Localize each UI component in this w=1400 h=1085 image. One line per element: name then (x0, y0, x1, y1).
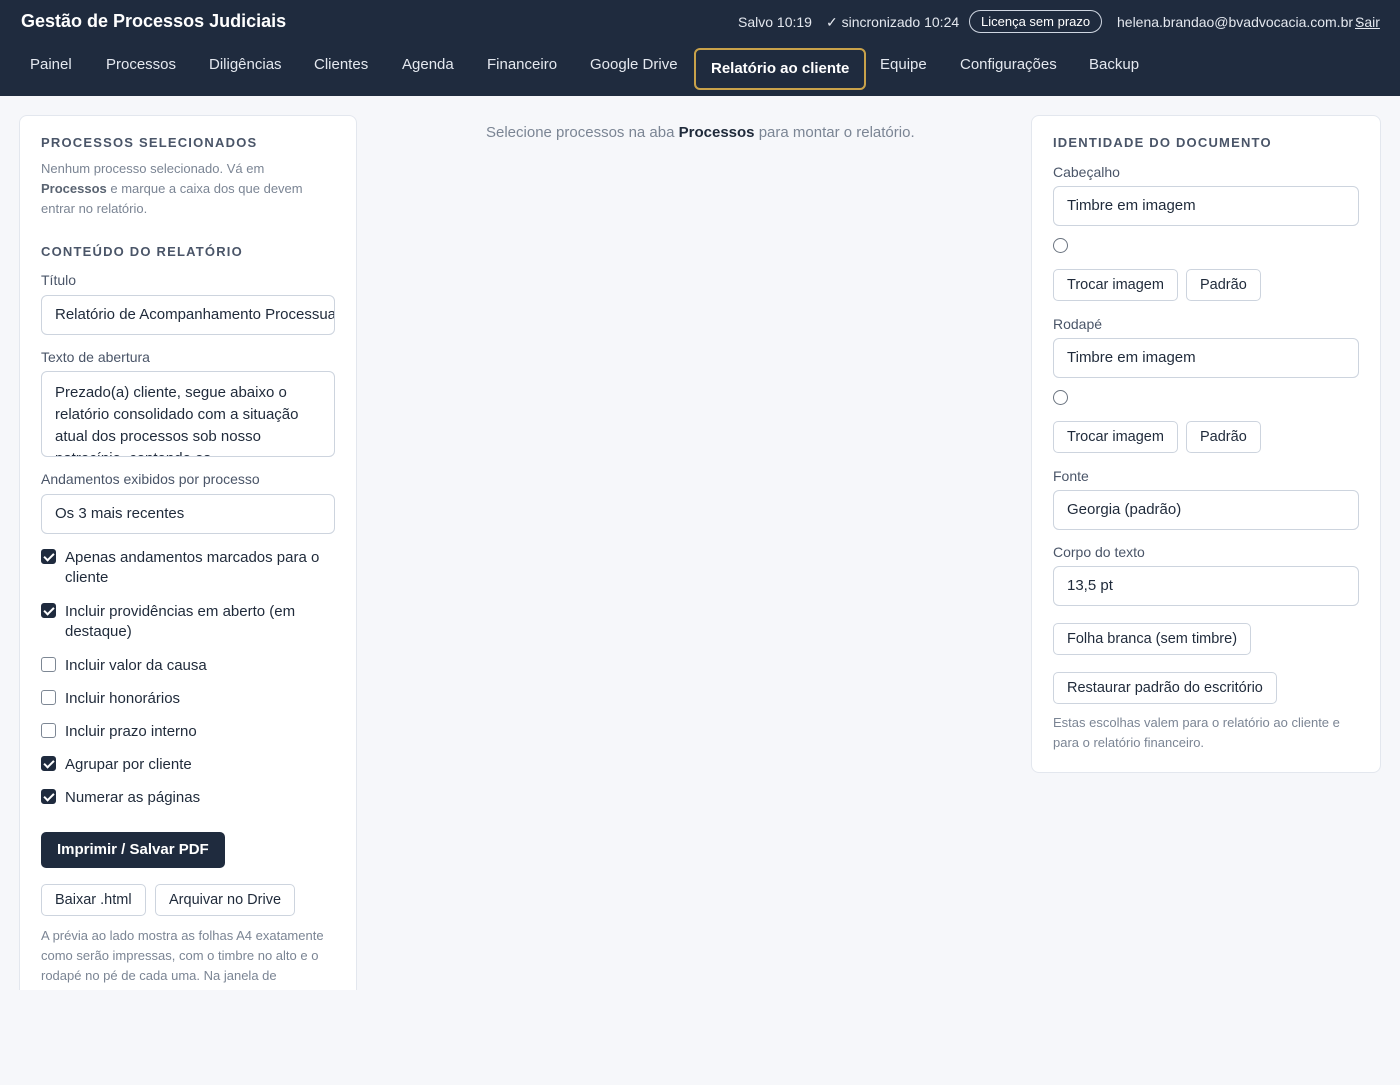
preview-note: A prévia ao lado mostra as folhas A4 exa… (41, 928, 324, 983)
nav-google-drive[interactable]: Google Drive (590, 56, 678, 73)
option-label: Incluir prazo interno (65, 723, 197, 740)
license-badge: Licença sem prazo (969, 10, 1103, 33)
moves-per-process-label: Andamentos exibidos por processo (41, 471, 260, 487)
option-label: Agrupar por cliente (65, 756, 192, 773)
print-save-pdf-button[interactable]: Imprimir / Salvar PDF (41, 832, 225, 868)
saved-status: Salvo 10:19 (738, 14, 812, 30)
font-label: Fonte (1053, 468, 1089, 484)
moves-per-process-select[interactable]: Os 3 mais recentes (41, 494, 335, 534)
nav-processos[interactable]: Processos (106, 56, 176, 73)
footer-image-radio[interactable] (1053, 390, 1068, 405)
logout-link[interactable]: Sair (1355, 14, 1380, 30)
footer-label: Rodapé (1053, 316, 1103, 332)
app-title: Gestão de Processos Judiciais (21, 11, 287, 31)
opening-text-label: Texto de abertura (41, 349, 150, 365)
blank-sheet-button[interactable]: Folha branca (sem timbre) (1053, 623, 1252, 655)
checkbox[interactable] (41, 789, 56, 804)
nav-relatorio-cliente[interactable]: Relatório ao cliente (694, 48, 867, 90)
body-size-select[interactable]: 13,5 pt (1053, 566, 1359, 606)
option-label: Apenas andamentos marcados para o client… (65, 549, 320, 586)
nav-painel[interactable]: Painel (30, 56, 72, 73)
opening-text-textarea[interactable]: Prezado(a) cliente, segue abaixo o relat… (41, 371, 335, 457)
title-label: Título (41, 272, 77, 288)
option-label: Numerar as páginas (65, 789, 201, 806)
nav-backup[interactable]: Backup (1089, 56, 1139, 73)
document-identity-heading: IDENTIDADE DO DOCUMENTO (1053, 135, 1272, 150)
header-default-button[interactable]: Padrão (1186, 269, 1261, 301)
no-selection-message: Nenhum processo selecionado. Vá em Proce… (41, 161, 303, 216)
header-label: Cabeçalho (1053, 164, 1120, 180)
user-email: helena.brandao@bvadvocacia.com.br · (1117, 14, 1362, 30)
title-input[interactable]: Relatório de Acompanhamento Processual (41, 295, 335, 335)
checkbox[interactable] (41, 549, 56, 564)
footer-change-image-button[interactable]: Trocar imagem (1053, 421, 1178, 453)
checkbox[interactable] (41, 723, 56, 738)
download-html-button[interactable]: Baixar .html (41, 884, 146, 916)
nav-clientes[interactable]: Clientes (314, 56, 368, 73)
nav-configuracoes[interactable]: Configurações (960, 56, 1057, 73)
body-size-label: Corpo do texto (1053, 544, 1145, 560)
identity-note: Estas escolhas valem para o relatório ao… (1053, 715, 1340, 750)
checkbox[interactable] (41, 756, 56, 771)
font-select[interactable]: Georgia (padrão) (1053, 490, 1359, 530)
header-select[interactable]: Timbre em imagem (1053, 186, 1359, 226)
option-label: Incluir providências em aberto (em desta… (65, 603, 296, 640)
option-label: Incluir valor da causa (65, 657, 207, 674)
checkbox[interactable] (41, 603, 56, 618)
checkbox[interactable] (41, 657, 56, 672)
selected-processes-heading: PROCESSOS SELECIONADOS (41, 135, 258, 150)
report-content-heading: CONTEÚDO DO RELATÓRIO (41, 244, 243, 259)
checkbox[interactable] (41, 690, 56, 705)
report-options-panel: PROCESSOS SELECIONADOS Nenhum processo s… (19, 115, 357, 990)
footer-select[interactable]: Timbre em imagem (1053, 338, 1359, 378)
document-identity-panel: IDENTIDADE DO DOCUMENTO Cabeçalho Timbre… (1031, 115, 1381, 773)
header-change-image-button[interactable]: Trocar imagem (1053, 269, 1178, 301)
footer-default-button[interactable]: Padrão (1186, 421, 1261, 453)
empty-preview-message: Selecione processos na aba Processos par… (486, 124, 915, 141)
option-label: Incluir honorários (65, 690, 181, 707)
header-image-radio[interactable] (1053, 238, 1068, 253)
nav-diligencias[interactable]: Diligências (209, 56, 282, 73)
restore-default-button[interactable]: Restaurar padrão do escritório (1053, 672, 1277, 704)
nav-agenda[interactable]: Agenda (402, 56, 454, 73)
archive-drive-button[interactable]: Arquivar no Drive (155, 884, 296, 916)
nav-financeiro[interactable]: Financeiro (487, 56, 557, 73)
top-bar: Gestão de Processos Judiciais Salvo 10:1… (0, 0, 1400, 96)
nav-equipe[interactable]: Equipe (880, 56, 927, 73)
sync-status: ✓ sincronizado 10:24 (826, 14, 960, 30)
